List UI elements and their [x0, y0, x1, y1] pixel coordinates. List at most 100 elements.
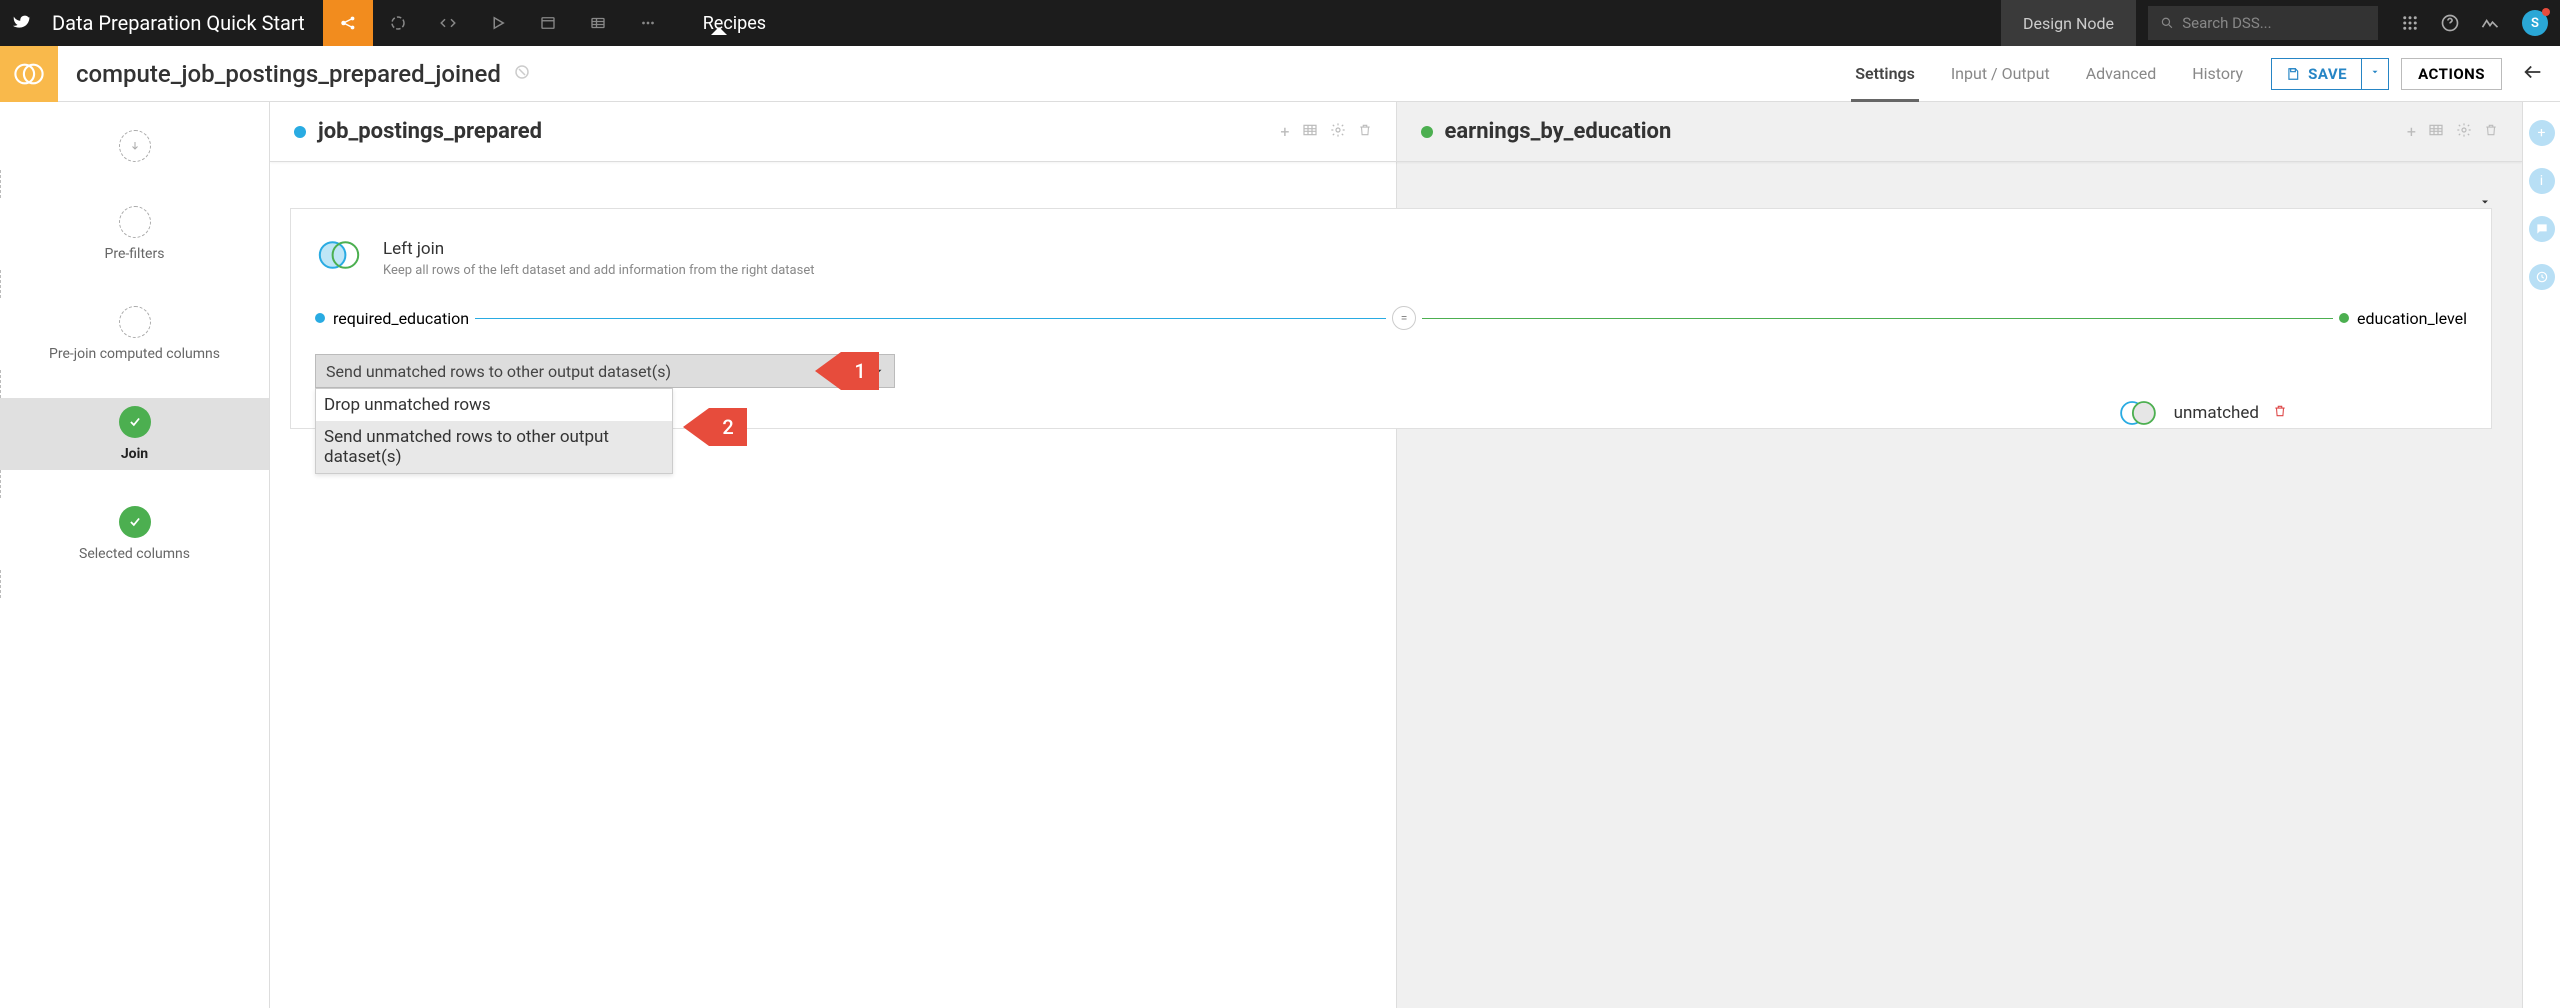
topbar-left: Data Preparation Quick Start: [0, 0, 766, 46]
annotation-2: 2: [709, 408, 747, 446]
breadcrumb[interactable]: Recipes: [673, 13, 766, 34]
user-avatar[interactable]: S: [2522, 10, 2548, 36]
play-icon[interactable]: [473, 0, 523, 46]
venn-unmatched-icon: [2116, 398, 2160, 428]
trash-icon[interactable]: [2484, 122, 2498, 142]
save-dropdown-button[interactable]: [2362, 58, 2389, 90]
right-rail: + i: [2522, 102, 2560, 1008]
step-connector: [0, 270, 1, 298]
design-node-label[interactable]: Design Node: [2001, 0, 2136, 46]
recipe-header: compute_job_postings_prepared_joined Set…: [0, 46, 2560, 102]
step-circle-icon: [119, 306, 151, 338]
topbar-right: Design Node S: [2001, 0, 2560, 46]
tab-advanced[interactable]: Advanced: [2086, 46, 2157, 101]
code-icon[interactable]: [423, 0, 473, 46]
table-icon[interactable]: [1302, 122, 1318, 142]
join-keys-row[interactable]: required_education = education_level: [315, 306, 2467, 330]
join-type-title: Left join: [383, 239, 814, 259]
user-initial: S: [2531, 16, 2539, 31]
unmatched-output-label: unmatched: [2174, 403, 2259, 423]
rail-chat-icon[interactable]: [2529, 216, 2555, 242]
circle-arrow-icon[interactable]: [373, 0, 423, 46]
sync-status-icon: [513, 63, 531, 85]
step-connector: [0, 570, 1, 598]
key-connector-right: [1422, 318, 2333, 319]
save-button[interactable]: SAVE: [2271, 58, 2362, 90]
trash-icon[interactable]: [1358, 122, 1372, 142]
step-pre-filters[interactable]: Pre-filters: [0, 198, 269, 270]
step-connector: [0, 370, 1, 398]
search-input[interactable]: [2182, 14, 2366, 32]
rail-add-icon[interactable]: +: [2529, 120, 2555, 146]
gear-icon[interactable]: [2456, 122, 2472, 142]
rail-history-icon[interactable]: [2529, 264, 2555, 290]
step-label: Pre-filters: [105, 246, 165, 262]
right-dataset-header: earnings_by_education +: [1396, 102, 2523, 161]
notification-dot-icon: [2542, 8, 2550, 16]
join-type-dropdown-caret[interactable]: [2479, 193, 2491, 212]
bird-logo-icon[interactable]: [0, 0, 46, 46]
step-done-icon: [119, 406, 151, 438]
main-area: Pre-filters Pre-join computed columns Jo…: [0, 102, 2560, 1008]
table-icon[interactable]: [2428, 122, 2444, 142]
step-initial[interactable]: [0, 122, 269, 170]
gear-icon[interactable]: [1330, 122, 1346, 142]
tab-input-output[interactable]: Input / Output: [1951, 46, 2050, 101]
global-search[interactable]: [2148, 6, 2378, 40]
project-title[interactable]: Data Preparation Quick Start: [46, 11, 323, 35]
apps-icon[interactable]: [2390, 0, 2430, 46]
activity-icon[interactable]: [2470, 0, 2510, 46]
dropdown-option-send[interactable]: Send unmatched rows to other output data…: [316, 421, 672, 473]
tab-history[interactable]: History: [2192, 46, 2243, 101]
unmatched-dropdown-list: Drop unmatched rows Send unmatched rows …: [315, 388, 673, 474]
flow-nav-icons: [323, 0, 673, 46]
flow-icon[interactable]: [323, 0, 373, 46]
help-icon[interactable]: [2430, 0, 2470, 46]
join-type-text: Left join Keep all rows of the left data…: [383, 239, 814, 278]
rail-info-icon[interactable]: i: [2529, 168, 2555, 194]
join-recipe-icon: [0, 46, 58, 102]
datasets-header: job_postings_prepared + earnings_by_educ…: [270, 102, 2522, 162]
grid-icon[interactable]: [573, 0, 623, 46]
top-bar: Data Preparation Quick Start: [0, 0, 2560, 46]
step-done-icon: [119, 506, 151, 538]
back-arrow-icon[interactable]: [2522, 61, 2544, 87]
key-connector-left: [475, 318, 1386, 319]
join-type-desc: Keep all rows of the left dataset and ad…: [383, 263, 814, 278]
tab-settings[interactable]: Settings: [1855, 46, 1915, 101]
actions-button[interactable]: ACTIONS: [2401, 58, 2502, 90]
step-circle-icon: [119, 206, 151, 238]
step-prejoin-computed[interactable]: Pre-join computed columns: [0, 298, 269, 370]
step-join[interactable]: Join: [0, 398, 269, 470]
save-label: SAVE: [2308, 65, 2347, 83]
breadcrumb-label: Recipes: [703, 13, 766, 34]
recipe-title: compute_job_postings_prepared_joined: [58, 60, 501, 88]
save-button-group: SAVE: [2271, 58, 2389, 90]
add-icon[interactable]: +: [2407, 122, 2416, 142]
save-icon: [2286, 67, 2300, 81]
key-dot-icon: [2339, 313, 2349, 323]
left-key-name: required_education: [333, 309, 469, 328]
equality-badge: =: [1392, 306, 1416, 330]
dataset-dot-icon: [294, 126, 306, 138]
unmatched-rows-select[interactable]: Send unmatched rows to other output data…: [315, 354, 895, 388]
right-dataset-actions: +: [2407, 122, 2498, 142]
step-selected-columns[interactable]: Selected columns: [0, 498, 269, 570]
more-icon[interactable]: [623, 0, 673, 46]
add-icon[interactable]: +: [1280, 122, 1289, 142]
dropdown-option-drop[interactable]: Drop unmatched rows: [316, 389, 672, 421]
left-dataset-header: job_postings_prepared +: [270, 102, 1396, 161]
step-label: Join: [121, 446, 148, 462]
unmatched-output-row: unmatched: [2116, 398, 2287, 428]
unmatched-selected-value: Send unmatched rows to other output data…: [326, 362, 671, 381]
join-type-row[interactable]: Left join Keep all rows of the left data…: [315, 239, 2467, 278]
left-dataset-actions: +: [1280, 122, 1371, 142]
step-connector: [0, 470, 1, 498]
join-config-card: Left join Keep all rows of the left data…: [290, 208, 2492, 429]
step-label: Selected columns: [79, 546, 190, 562]
caret-down-icon: [2370, 67, 2380, 77]
recipe-tabs: Settings Input / Output Advanced History: [1855, 46, 2243, 101]
delete-unmatched-icon[interactable]: [2273, 403, 2287, 423]
dashboard-icon[interactable]: [523, 0, 573, 46]
content-area: job_postings_prepared + earnings_by_educ…: [270, 102, 2522, 1008]
